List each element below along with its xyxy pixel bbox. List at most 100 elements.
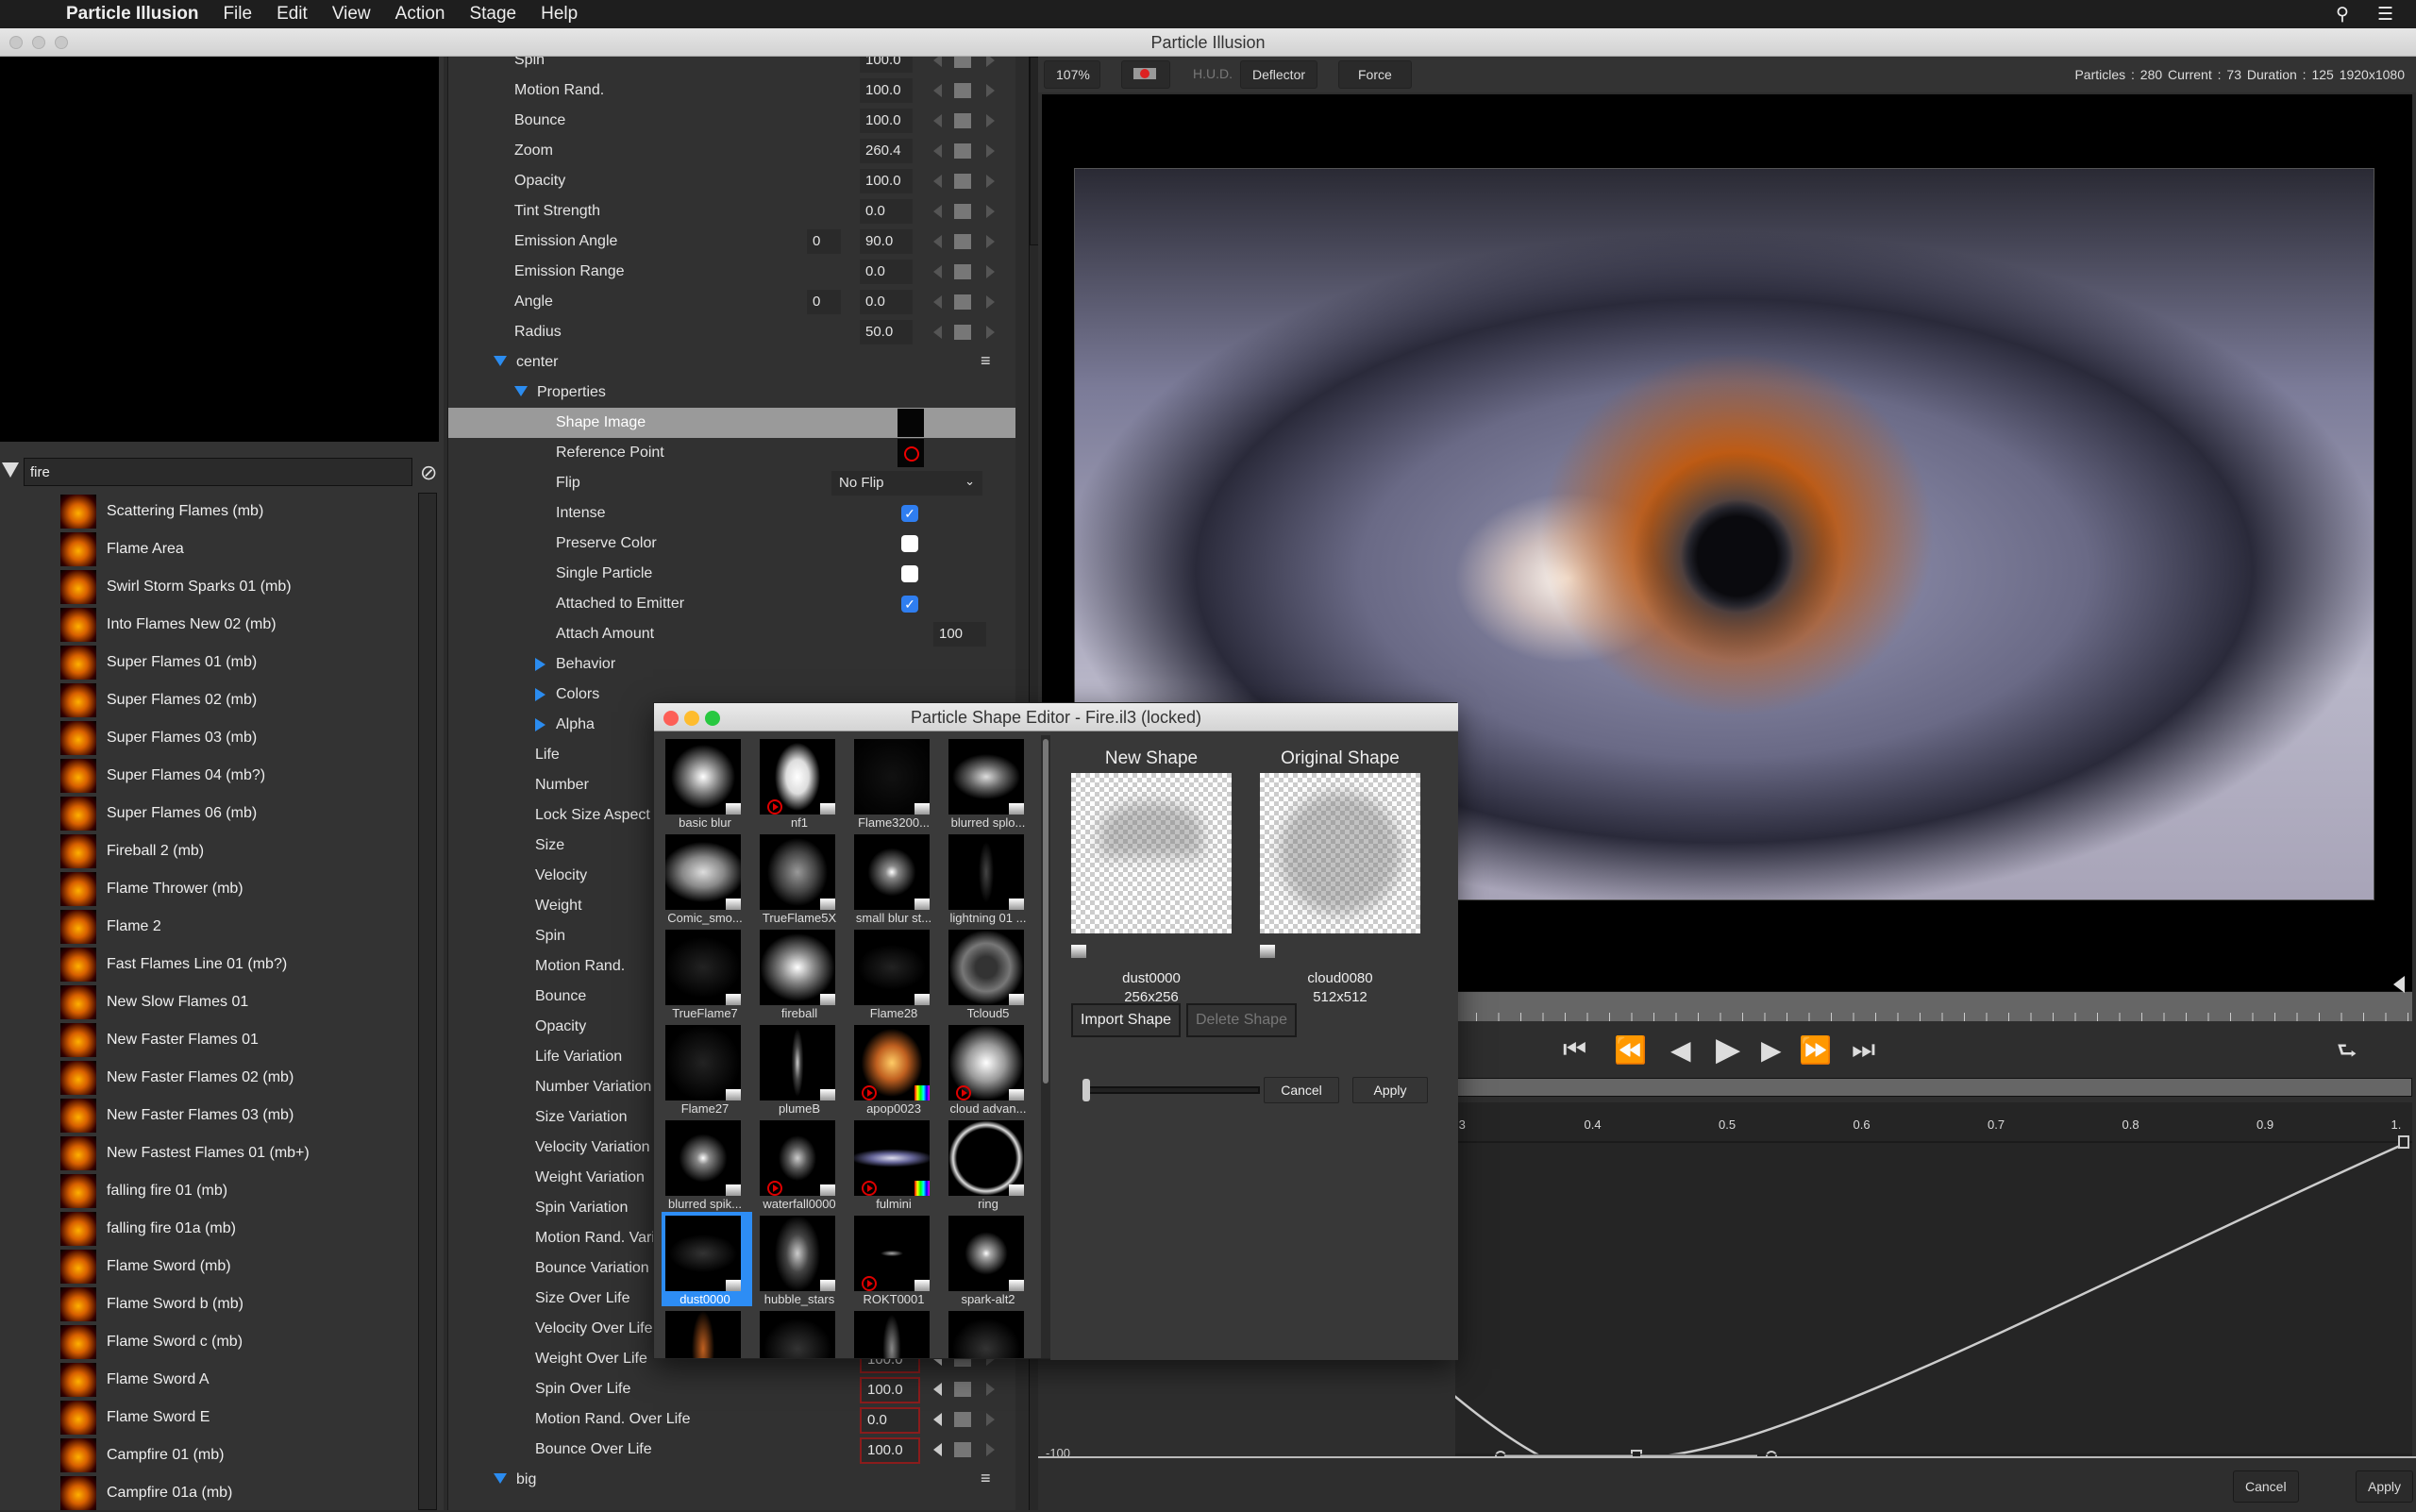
emitter-list-item[interactable]: Super Flames 03 (mb)	[0, 719, 420, 757]
emitter-list-item[interactable]: Fast Flames Line 01 (mb?)	[0, 946, 420, 983]
prev-keyframe-icon[interactable]	[933, 114, 942, 127]
force-button[interactable]: Force	[1338, 60, 1412, 89]
emitter-list-item[interactable]: Flame Thrower (mb)	[0, 870, 420, 908]
property-value-field[interactable]: 0.0	[860, 260, 913, 284]
emitter-list-item[interactable]: Scattering Flames (mb)	[0, 493, 420, 530]
next-keyframe-icon[interactable]	[986, 235, 995, 248]
shape-grid-scroll-thumb[interactable]	[1043, 739, 1049, 1084]
go-to-start-button[interactable]: ⏮	[1563, 1034, 1586, 1066]
shape-cell[interactable]	[945, 1307, 1035, 1358]
shape-cell[interactable]: Flame27	[662, 1021, 752, 1116]
window-zoom-button[interactable]	[55, 36, 68, 49]
shape-cell[interactable]: Tcloud5	[945, 926, 1035, 1020]
dialog-close-button[interactable]	[663, 711, 679, 726]
property-value-field[interactable]: 0.0	[860, 290, 913, 314]
property-value-field[interactable]: 0.0	[860, 1407, 920, 1434]
shape-cell[interactable]: small blur st...	[850, 831, 941, 925]
dialog-minimize-button[interactable]	[684, 711, 699, 726]
keyframe-toggle-icon[interactable]	[954, 113, 971, 128]
shape-cell[interactable]: spark-alt2	[945, 1212, 1035, 1306]
keyframe-toggle-icon[interactable]	[954, 1442, 971, 1457]
dialog-cancel-button[interactable]: Cancel	[1264, 1077, 1339, 1103]
emitter-list-item[interactable]: Super Flames 01 (mb)	[0, 644, 420, 681]
zoom-dropdown[interactable]: 107%	[1044, 60, 1100, 89]
next-keyframe-icon[interactable]	[986, 205, 995, 218]
shape-grid-scrollbar[interactable]	[1041, 735, 1050, 1358]
import-shape-button[interactable]: Import Shape	[1071, 1003, 1182, 1037]
prev-keyframe-icon[interactable]	[933, 175, 942, 188]
emitter-list-item[interactable]: Campfire 01a (mb)	[0, 1474, 420, 1512]
shape-cell[interactable]: Comic_smo...	[662, 831, 752, 925]
property-value-field[interactable]: 100.0	[860, 1437, 920, 1464]
emitter-list-item[interactable]: New Slow Flames 01	[0, 983, 420, 1021]
property-offset-field[interactable]: 0	[807, 290, 841, 314]
dialog-apply-button[interactable]: Apply	[1352, 1077, 1428, 1103]
prev-keyframe-icon[interactable]	[933, 265, 942, 278]
property-value-field[interactable]: 90.0	[860, 229, 913, 254]
app-name-menu[interactable]: Particle Illusion	[66, 4, 198, 25]
expand-arrow-icon[interactable]	[494, 356, 507, 366]
emitter-list-item[interactable]: Swirl Storm Sparks 01 (mb)	[0, 568, 420, 606]
shape-cell[interactable]: dust0000	[662, 1212, 752, 1306]
group-menu-icon[interactable]: ≡	[981, 351, 991, 371]
shape-cell[interactable]: nf1	[756, 735, 847, 830]
keyframe-toggle-icon[interactable]	[954, 204, 971, 219]
slider-knob[interactable]	[1082, 1079, 1090, 1101]
expand-arrow-icon[interactable]	[514, 386, 528, 396]
go-to-end-button[interactable]: ⏭	[1852, 1034, 1875, 1066]
curve-graph[interactable]: .3 0.4 0.5 0.6 0.7 0.8 0.9 1.	[1455, 1102, 2412, 1456]
reference-point-icon[interactable]	[898, 439, 924, 467]
thumbnail-size-slider[interactable]	[1082, 1079, 1260, 1101]
emitter-list-item[interactable]: Flame Area	[0, 530, 420, 568]
expand-arrow-icon[interactable]	[494, 1473, 507, 1484]
keyframe-toggle-icon[interactable]	[954, 83, 971, 98]
window-minimize-button[interactable]	[32, 36, 45, 49]
graph-range-bar[interactable]	[1455, 1078, 2412, 1097]
emitter-list-item[interactable]: New Faster Flames 01	[0, 1021, 420, 1059]
keyframe-toggle-icon[interactable]	[954, 1382, 971, 1397]
deflector-button[interactable]: Deflector	[1240, 60, 1318, 89]
collapsed-arrow-icon[interactable]	[535, 688, 545, 701]
group-menu-icon[interactable]: ≡	[981, 1469, 991, 1488]
checkbox[interactable]: ✓	[901, 596, 918, 613]
menu-edit[interactable]: Edit	[277, 4, 308, 25]
clear-search-icon[interactable]: ⊘	[420, 461, 437, 485]
keyframe-toggle-icon[interactable]	[954, 143, 971, 159]
next-keyframe-icon[interactable]	[986, 326, 995, 339]
shape-cell[interactable]: fulmini	[850, 1117, 941, 1211]
emitter-list-item[interactable]: New Faster Flames 03 (mb)	[0, 1097, 420, 1134]
step-back-button[interactable]: ◀	[1670, 1034, 1691, 1066]
property-value-field[interactable]: 100.0	[860, 78, 913, 103]
next-keyframe-icon[interactable]	[986, 57, 995, 67]
emitter-list-item[interactable]: Flame Sword A	[0, 1361, 420, 1399]
prev-keyframe-icon[interactable]	[933, 144, 942, 158]
emitter-list-item[interactable]: Flame Sword b (mb)	[0, 1285, 420, 1323]
flip-dropdown[interactable]: No Flip ⌄	[831, 471, 982, 496]
hud-button[interactable]: H.U.D.	[1182, 60, 1244, 89]
prev-keyframe-icon[interactable]	[933, 326, 942, 339]
collapsed-arrow-icon[interactable]	[535, 658, 545, 671]
shape-cell[interactable]: blurred spik...	[662, 1117, 752, 1211]
emitter-list-item[interactable]: Super Flames 06 (mb)	[0, 795, 420, 832]
keyframe-toggle-icon[interactable]	[954, 57, 971, 68]
menu-view[interactable]: View	[332, 4, 371, 25]
collapse-triangle-icon[interactable]	[2, 462, 19, 478]
shape-cell[interactable]: ROKT0001	[850, 1212, 941, 1306]
shape-cell[interactable]: TrueFlame7	[662, 926, 752, 1020]
emitter-list-item[interactable]: Flame Sword E	[0, 1399, 420, 1436]
property-value-field[interactable]: 100.0	[860, 169, 913, 193]
keyframe-end-point[interactable]	[2398, 1135, 2409, 1149]
emitter-list-item[interactable]: Flame Sword c (mb)	[0, 1323, 420, 1361]
shape-cell[interactable]: apop0023	[850, 1021, 941, 1116]
property-value-field[interactable]: 0.0	[860, 199, 913, 224]
keyframe-toggle-icon[interactable]	[954, 264, 971, 279]
delete-shape-button[interactable]: Delete Shape	[1186, 1003, 1297, 1037]
dialog-zoom-button[interactable]	[705, 711, 720, 726]
library-search-input[interactable]	[24, 458, 412, 486]
shape-cell[interactable]: basic blur	[662, 735, 752, 830]
prev-keyframe-icon[interactable]	[933, 1383, 942, 1396]
shape-cell[interactable]: TrueFlame5X	[756, 831, 847, 925]
shape-cell[interactable]: fireball	[756, 926, 847, 1020]
emitter-list-item[interactable]: New Faster Flames 02 (mb)	[0, 1059, 420, 1097]
prev-keyframe-icon[interactable]	[933, 57, 942, 67]
